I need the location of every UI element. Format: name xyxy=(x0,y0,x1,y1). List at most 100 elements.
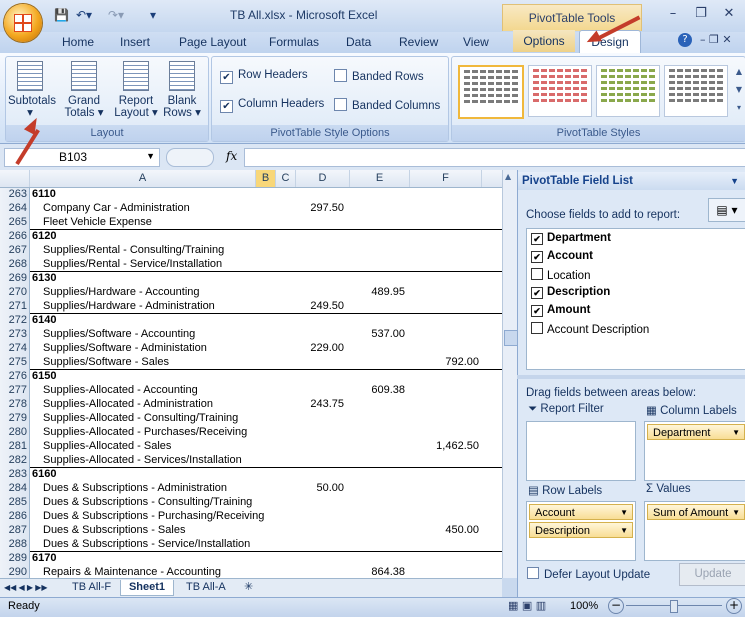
row-header[interactable]: 284 xyxy=(0,481,30,495)
column-headers-checkbox[interactable]: ✔ Column Headers xyxy=(220,98,324,113)
description-cell[interactable]: Dues & Subscriptions - Consulting/Traini… xyxy=(43,495,252,509)
pivot-style-swatch[interactable] xyxy=(664,65,728,117)
description-cell[interactable]: Dues & Subscriptions - Service/Installat… xyxy=(43,537,250,551)
chevron-down-icon[interactable]: ▼ xyxy=(146,151,155,161)
restore-icon[interactable]: ❐ xyxy=(688,6,714,24)
field-account[interactable]: ✔ Account xyxy=(531,250,593,263)
subtotals-button[interactable]: Subtotals ▾ xyxy=(8,61,56,119)
splitter[interactable] xyxy=(517,375,745,379)
column-header-a[interactable]: A xyxy=(30,170,256,187)
account-group-cell[interactable]: 6140 xyxy=(32,313,56,327)
row-header[interactable]: 286 xyxy=(0,509,30,523)
description-cell[interactable]: Company Car - Administration xyxy=(43,201,190,215)
row-header[interactable]: 264 xyxy=(0,201,30,215)
description-cell[interactable]: Supplies/Software - Sales xyxy=(43,355,169,369)
description-cell[interactable]: Fleet Vehicle Expense xyxy=(43,215,152,229)
grand-totals-button[interactable]: Grand Totals ▾ xyxy=(62,61,106,119)
tab-view[interactable]: View xyxy=(463,35,489,49)
sheet-tab-tb-all-f[interactable]: TB All-F xyxy=(72,580,111,595)
field-department[interactable]: ✔ Department xyxy=(531,232,611,245)
chevron-down-icon[interactable]: ▼ xyxy=(730,172,739,190)
tab-data[interactable]: Data xyxy=(346,35,371,49)
redo-icon[interactable]: ↷▾ xyxy=(108,8,124,24)
styles-scroll-arrows[interactable]: ▲ ▼ ▾ xyxy=(734,63,744,117)
row-field-description[interactable]: Description ▼ xyxy=(529,522,633,538)
account-group-cell[interactable]: 6170 xyxy=(32,551,56,565)
description-cell[interactable]: Supplies/Software - Accounting xyxy=(43,327,195,341)
zoom-out-icon[interactable]: − xyxy=(608,598,624,614)
description-cell[interactable]: Dues & Subscriptions - Purchasing/Receiv… xyxy=(43,509,264,523)
view-buttons[interactable]: ▦ ▣ ▥ xyxy=(508,599,546,612)
update-button[interactable]: Update xyxy=(679,563,745,586)
formula-expand-handle[interactable] xyxy=(166,148,214,167)
account-group-cell[interactable]: 6130 xyxy=(32,271,56,285)
description-cell[interactable]: Dues & Subscriptions - Administration xyxy=(43,481,227,495)
row-header[interactable]: 263 xyxy=(0,187,30,201)
column-field-department[interactable]: Department ▼ xyxy=(647,424,745,440)
row-header[interactable]: 290 xyxy=(0,565,30,578)
value-field-sum-of-amount[interactable]: Sum of Amount ▼ xyxy=(647,504,745,520)
field-list-layout-button[interactable]: ▤ ▾ xyxy=(708,198,745,222)
amount-cell-e[interactable]: 609.38 xyxy=(350,383,405,397)
column-header-e[interactable]: E xyxy=(350,170,410,187)
row-header[interactable]: 271 xyxy=(0,299,30,313)
row-header[interactable]: 287 xyxy=(0,523,30,537)
minimize-icon[interactable]: – xyxy=(660,6,686,24)
office-button[interactable] xyxy=(4,4,42,42)
row-header[interactable]: 289 xyxy=(0,551,30,565)
amount-cell-d[interactable]: 297.50 xyxy=(296,201,344,215)
pivot-style-swatch[interactable] xyxy=(596,65,660,117)
description-cell[interactable]: Supplies/Hardware - Administration xyxy=(43,299,215,313)
row-header[interactable]: 277 xyxy=(0,383,30,397)
account-group-cell[interactable]: 6110 xyxy=(32,187,56,201)
column-header-b[interactable]: B xyxy=(256,170,276,187)
tab-page-layout[interactable]: Page Layout xyxy=(179,35,246,49)
row-header[interactable]: 283 xyxy=(0,467,30,481)
row-header[interactable]: 267 xyxy=(0,243,30,257)
customize-qat-icon[interactable]: ▾ xyxy=(150,8,156,24)
column-labels-area[interactable]: Department ▼ xyxy=(644,421,745,481)
row-header[interactable]: 273 xyxy=(0,327,30,341)
row-header[interactable]: 270 xyxy=(0,285,30,299)
sheet-tab-tb-all-a[interactable]: TB All-A xyxy=(186,580,226,595)
row-header[interactable]: 281 xyxy=(0,439,30,453)
row-field-account[interactable]: Account ▼ xyxy=(529,504,633,520)
pivot-style-swatch[interactable] xyxy=(528,65,592,117)
description-cell[interactable]: Supplies/Hardware - Accounting xyxy=(43,285,200,299)
close-icon[interactable]: ✕ xyxy=(716,6,742,24)
tab-insert[interactable]: Insert xyxy=(120,35,150,49)
column-header-f[interactable]: F xyxy=(410,170,482,187)
row-headers-checkbox[interactable]: ✔ Row Headers xyxy=(220,69,308,84)
save-icon[interactable]: 💾 xyxy=(54,8,69,24)
banded-columns-checkbox[interactable]: Banded Columns xyxy=(334,98,440,112)
amount-cell-f[interactable]: 792.00 xyxy=(410,355,479,369)
report-layout-button[interactable]: Report Layout ▾ xyxy=(114,61,158,119)
zoom-level[interactable]: 100% xyxy=(570,600,598,612)
amount-cell-f[interactable]: 1,462.50 xyxy=(410,439,479,453)
description-cell[interactable]: Supplies-Allocated - Administration xyxy=(43,397,213,411)
row-header[interactable]: 276 xyxy=(0,369,30,383)
row-header[interactable]: 269 xyxy=(0,271,30,285)
ribbon-window-controls[interactable]: – ❐ ✕ xyxy=(700,33,732,46)
account-group-cell[interactable]: 6120 xyxy=(32,229,56,243)
row-header[interactable]: 278 xyxy=(0,397,30,411)
amount-cell-e[interactable]: 489.95 xyxy=(350,285,405,299)
row-header[interactable]: 282 xyxy=(0,453,30,467)
amount-cell-d[interactable]: 243.75 xyxy=(296,397,344,411)
row-header[interactable]: 275 xyxy=(0,355,30,369)
row-header[interactable]: 268 xyxy=(0,257,30,271)
row-header[interactable]: 272 xyxy=(0,313,30,327)
amount-cell-d[interactable]: 229.00 xyxy=(296,341,344,355)
worksheet-grid[interactable]: 263 6110 264 Company Car - Administration 29… xyxy=(0,170,502,578)
select-all-corner[interactable] xyxy=(0,170,30,187)
field-description[interactable]: ✔ Description xyxy=(531,286,610,299)
field-location[interactable]: Location xyxy=(531,268,590,282)
zoom-in-icon[interactable]: + xyxy=(726,598,742,614)
help-icon[interactable]: ? xyxy=(678,33,692,47)
zoom-slider-thumb[interactable] xyxy=(670,600,678,613)
defer-layout-update-checkbox[interactable]: Defer Layout Update xyxy=(527,567,650,581)
description-cell[interactable]: Supplies/Rental - Service/Installation xyxy=(43,257,222,271)
field-amount[interactable]: ✔ Amount xyxy=(531,304,590,317)
blank-rows-button[interactable]: Blank Rows ▾ xyxy=(160,61,204,119)
row-header[interactable]: 265 xyxy=(0,215,30,229)
